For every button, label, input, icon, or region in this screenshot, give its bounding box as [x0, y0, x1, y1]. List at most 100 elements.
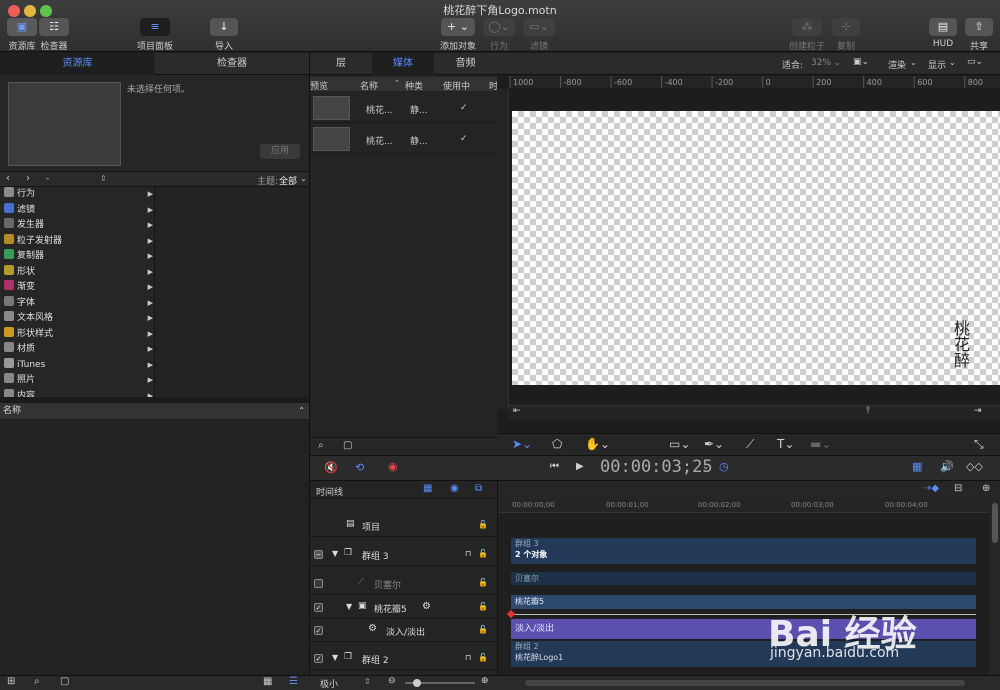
disclosure-triangle-icon[interactable]: ▼ — [332, 549, 338, 558]
canvas-checkerboard[interactable]: 桃花醉 — [512, 111, 1000, 385]
apply-button[interactable]: 应用 — [260, 144, 300, 159]
timeline-ruler[interactable]: 00:00:00;00 00:00:01;00 00:00:02;00 00:0… — [498, 499, 1000, 513]
rectangle-tool-icon[interactable]: ▭⌄ — [669, 437, 690, 451]
library-category-item[interactable]: 内容 ▶ — [0, 388, 154, 397]
new-folder-icon[interactable]: ⊞ — [7, 676, 15, 687]
library-category-item[interactable]: 发生器 ▶ — [0, 218, 154, 233]
select-arrow-icon[interactable]: ➤⌄ — [512, 437, 532, 451]
track-bar-group3[interactable]: 群组 3 2 个对象 — [511, 538, 976, 564]
filters-button[interactable]: ▭⌄ 滤镜 — [522, 18, 556, 52]
circle-icon[interactable]: ◉ — [450, 483, 459, 494]
col-kind[interactable]: 种类 — [405, 79, 423, 92]
out-point-marker[interactable]: ⇥ — [974, 406, 982, 416]
col-name[interactable]: 名称 — [360, 79, 378, 92]
record-icon[interactable]: ◉ — [388, 460, 398, 473]
disclosure-triangle-icon[interactable]: ▼ — [332, 653, 338, 662]
lock-icon[interactable]: 🔓 — [478, 578, 488, 587]
group-2d-icon[interactable]: ⊓ — [465, 549, 471, 558]
layer-checkbox[interactable]: − — [314, 550, 323, 559]
grid-view-icon[interactable]: ▦ — [263, 676, 272, 687]
tab-layers[interactable]: 层 — [310, 53, 372, 75]
project-panel-button[interactable]: ≡ 项目面板 — [130, 18, 180, 52]
media-row[interactable]: 桃花... 静... ✓ — [310, 93, 497, 123]
behaviors-button[interactable]: ◯⌄ 行为 — [482, 18, 516, 52]
in-point-marker[interactable]: ⇤ — [513, 406, 521, 416]
library-category-item[interactable]: 复制器 ▶ — [0, 249, 154, 264]
list-view-icon[interactable]: ☰ — [289, 676, 298, 687]
inspector-button[interactable]: ☷ 检查器 — [36, 18, 72, 52]
layout-icon[interactable]: ▭⌄ — [967, 57, 983, 67]
library-category-item[interactable]: 照片 ▶ — [0, 373, 154, 388]
layer-row-bezier[interactable]: ⟋ 贝塞尔 🔓 — [310, 572, 497, 595]
mini-timeline[interactable]: ⇤ ⫯ ⇥ — [509, 405, 1000, 419]
search-icon[interactable]: ⌕ — [34, 676, 40, 687]
tab-audio[interactable]: 音频 — [434, 53, 497, 75]
mask-tool-icon[interactable]: ▬⌄ — [810, 437, 831, 451]
tab-inspector[interactable]: 检查器 — [155, 53, 309, 75]
library-category-item[interactable]: 材质 ▶ — [0, 342, 154, 357]
view-menu[interactable]: 显示 — [928, 58, 946, 71]
timeline-zoom-slider[interactable] — [405, 679, 475, 687]
library-category-item[interactable]: 字体 ▶ — [0, 295, 154, 311]
col-preview[interactable]: 预览 — [310, 79, 328, 92]
play-icon[interactable]: ▶ — [576, 461, 584, 472]
filmstrip-icon[interactable]: ▦ — [912, 460, 922, 473]
text-tool-icon[interactable]: T⌄ — [777, 437, 794, 451]
playhead-marker[interactable]: ⫯ — [866, 406, 870, 416]
back-icon[interactable]: ‹ — [6, 173, 10, 184]
zoom-popup[interactable]: 32% — [811, 58, 831, 68]
zoom-in-icon[interactable]: ⊕ — [481, 676, 489, 686]
gear-icon[interactable]: ⚙ — [422, 601, 431, 612]
clock-icon[interactable]: ◷ — [719, 460, 729, 473]
bezier-tool-icon[interactable]: ✒⌄ — [704, 437, 724, 451]
slider-knob[interactable] — [413, 679, 421, 687]
lock-icon[interactable]: 🔓 — [478, 520, 488, 529]
layer-row-group3[interactable]: − ▼ ❐ 群组 3 ⊓ 🔓 — [310, 543, 497, 566]
lock-icon[interactable]: 🔓 — [478, 653, 488, 662]
render-menu[interactable]: 渲染 — [888, 58, 906, 71]
layer-row-fade[interactable]: ✓ ⚙ 淡入/淡出 🔓 — [310, 619, 497, 642]
zoom-icon[interactable]: ⊕ — [982, 483, 990, 494]
layer-row-project[interactable]: ▤ 项目 🔓 — [310, 514, 497, 537]
share-button[interactable]: ⇧ 共享 — [962, 18, 996, 52]
library-category-item[interactable]: 滤镜 ▶ — [0, 202, 154, 218]
keyframe-nav-icon[interactable]: ⇢◆ — [923, 483, 939, 494]
loop-icon[interactable]: ⟲ — [355, 461, 364, 474]
library-category-item[interactable]: 粒子发射器 ▶ — [0, 233, 154, 249]
library-category-item[interactable]: 文本风格 ▶ — [0, 311, 154, 326]
group-2d-icon[interactable]: ⊓ — [465, 653, 471, 662]
tab-media[interactable]: 媒体 — [372, 53, 434, 75]
calligraphy-logo[interactable]: 桃花醉 — [954, 321, 980, 369]
thumbnail-view-icon[interactable]: ▢ — [343, 440, 352, 451]
transform-icon[interactable]: ⬠ — [552, 437, 562, 451]
speaker-icon[interactable]: 🔊 — [940, 460, 954, 473]
tab-library[interactable]: 资源库 — [0, 53, 155, 75]
track-size-popup[interactable]: 极小 — [320, 677, 338, 690]
create-particles-button[interactable]: ⁂ 创建粒子 — [784, 18, 830, 52]
hand-icon[interactable]: ✋⌄ — [585, 437, 610, 451]
preview-icon[interactable]: ▢ — [60, 676, 69, 687]
lock-icon[interactable]: 🔓 — [478, 549, 488, 558]
audio-mute-icon[interactable]: 🔇 — [324, 461, 338, 474]
timecode-display[interactable]: 00:00:03;25 — [600, 457, 713, 477]
lock-icon[interactable]: 🔓 — [478, 625, 488, 634]
library-category-item[interactable]: 形状样式 ▶ — [0, 326, 154, 342]
lock-icon[interactable]: 🔓 — [478, 602, 488, 611]
channels-icon[interactable]: ▣⌄ — [853, 57, 869, 67]
layer-checkbox[interactable] — [314, 579, 323, 588]
col-in-use[interactable]: 使用中 — [443, 79, 470, 92]
library-category-item[interactable]: 渐变 ▶ — [0, 280, 154, 295]
scrollbar-thumb[interactable] — [992, 503, 998, 543]
expand-icon[interactable]: ⤡ — [974, 437, 984, 452]
path-popup[interactable]: - — [46, 174, 49, 184]
library-category-item[interactable]: iTunes ▶ — [0, 357, 154, 373]
keyframe-marker[interactable] — [506, 609, 516, 619]
layer-checkbox[interactable]: ✓ — [314, 603, 323, 612]
horizontal-scrollbar[interactable] — [525, 680, 965, 686]
add-object-button[interactable]: + ⌄ 添加对象 — [438, 18, 478, 52]
media-row[interactable]: 桃花... 静... ✓ — [310, 124, 497, 154]
snap-icon[interactable]: ⊟ — [954, 483, 962, 494]
paint-stroke-icon[interactable]: ⟋ — [746, 437, 754, 452]
search-icon[interactable]: ⌕ — [318, 440, 324, 451]
forward-icon[interactable]: › — [26, 173, 30, 184]
